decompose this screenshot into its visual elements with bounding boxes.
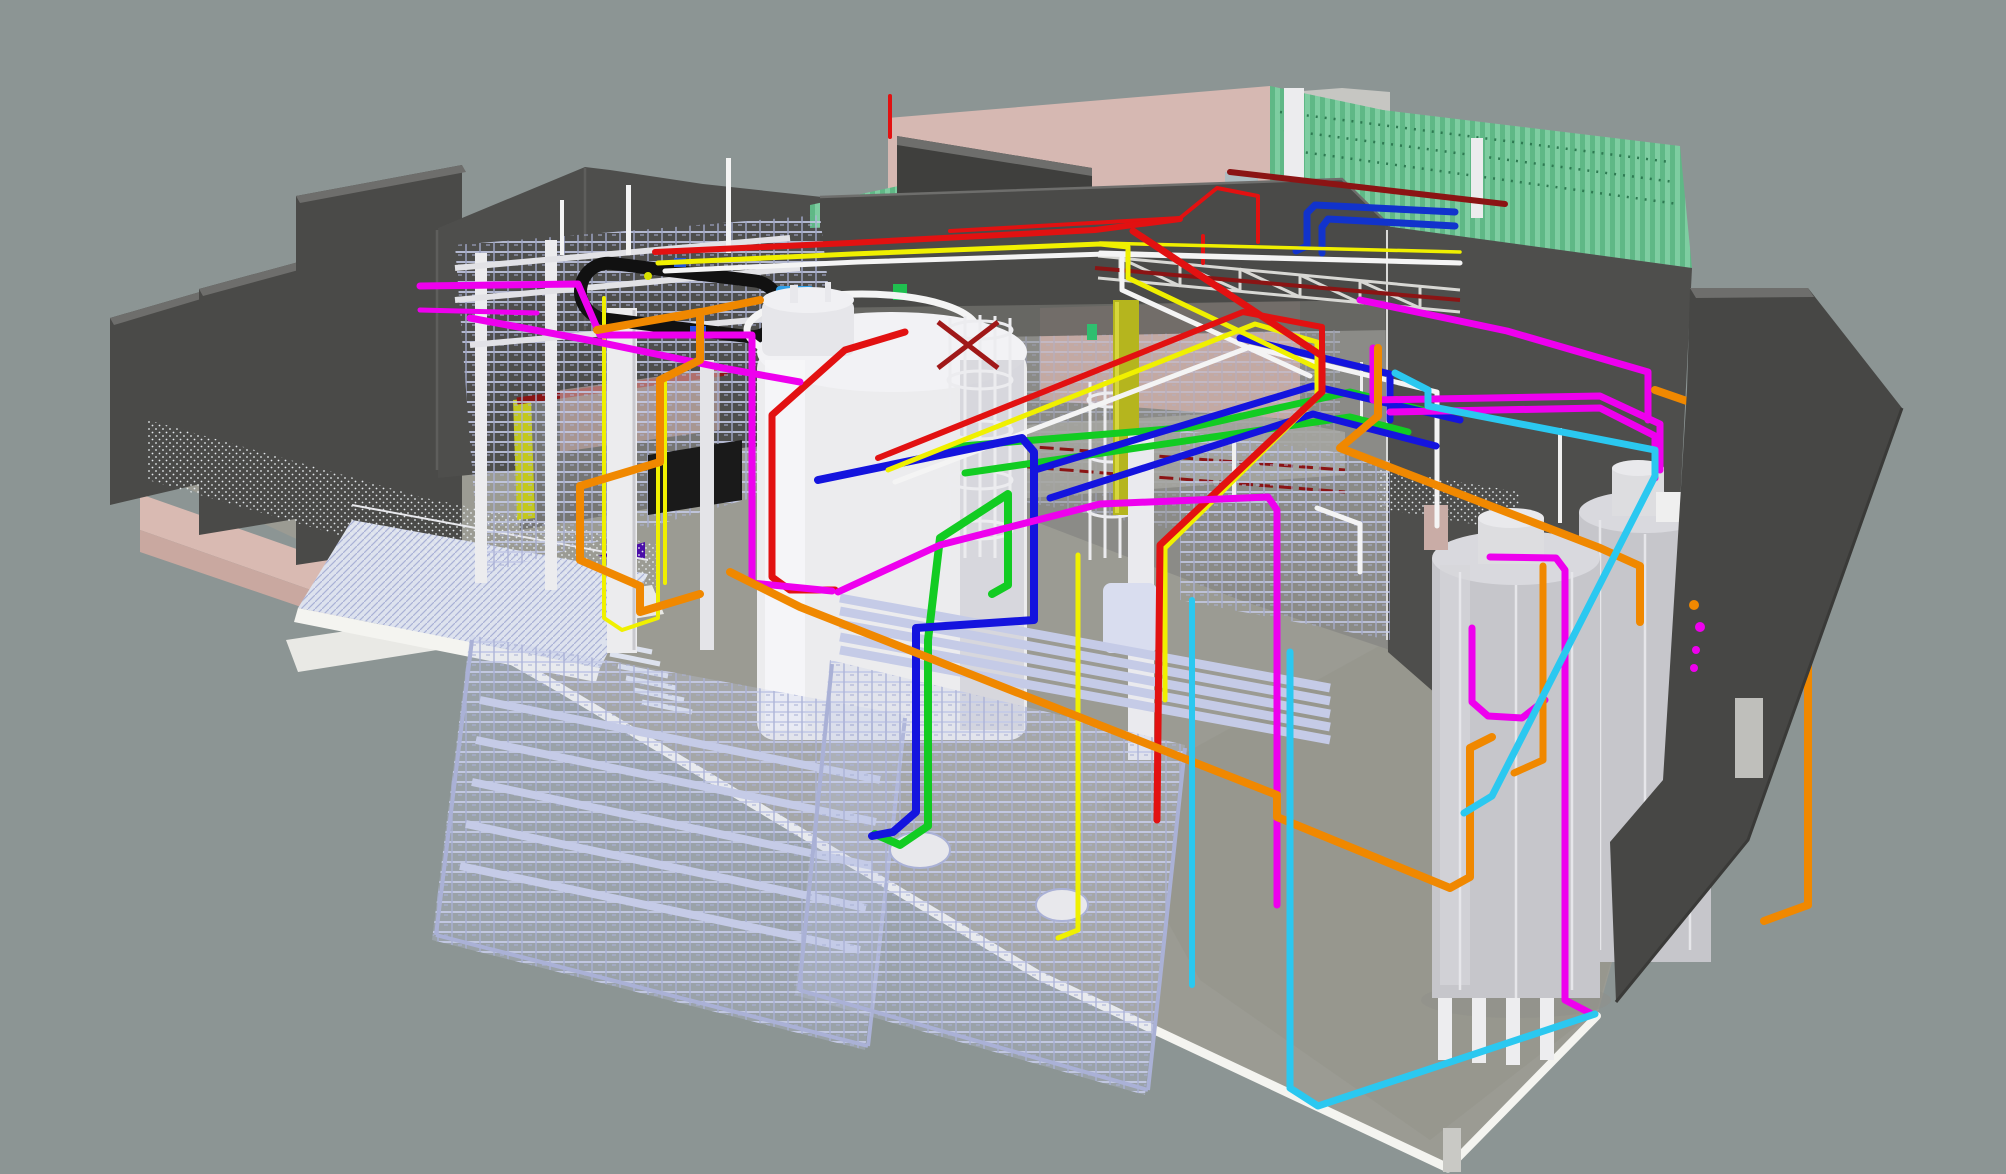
wall-door (1735, 698, 1763, 778)
3d-viewport[interactable] (0, 0, 2006, 1174)
antenna-rod (560, 200, 564, 255)
white-column-2 (700, 360, 714, 650)
tank-b-motor (1656, 492, 1682, 522)
green-box-small (1087, 324, 1097, 340)
tank-a-highlight (1440, 565, 1470, 985)
magenta-pipe-run (420, 310, 537, 313)
cad-render-canvas[interactable] (0, 0, 2006, 1174)
right-wall-bevel (1690, 288, 1814, 298)
pump-motor (890, 832, 950, 868)
magenta-wall-dot (1690, 664, 1698, 672)
tank-cap-top (762, 287, 854, 313)
magenta-wall-dot (1695, 622, 1705, 632)
magenta-wall-dot (1692, 646, 1700, 654)
small-drum (1103, 583, 1157, 653)
yellow-dot (644, 272, 652, 280)
orange-wall-dot (1689, 600, 1699, 610)
antenna-rod (726, 158, 731, 253)
floor-edge-door (1443, 1128, 1461, 1172)
tank-nozzle (825, 282, 831, 302)
tank-nozzle (790, 285, 798, 303)
rod (1558, 428, 1562, 523)
frame-column (475, 253, 487, 583)
antenna-rod (626, 185, 631, 255)
white-column-on-green-wall-2 (1471, 138, 1483, 218)
